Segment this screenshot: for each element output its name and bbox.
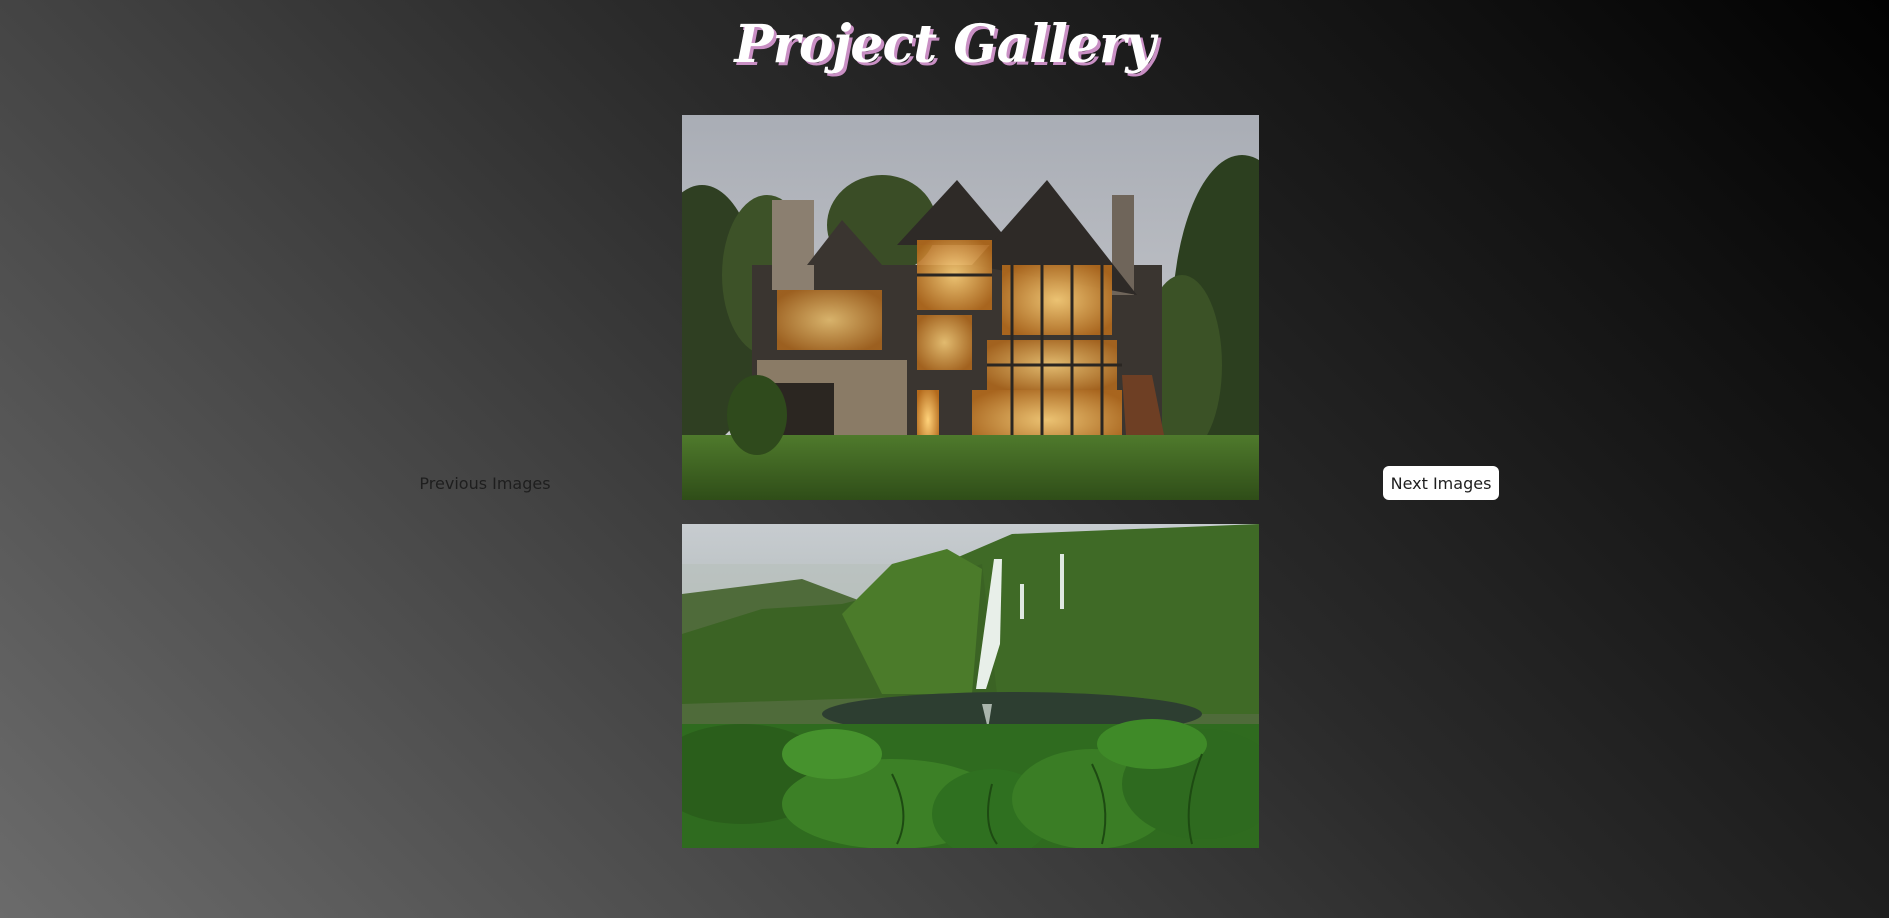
previous-images-button[interactable]: Previous Images <box>418 466 552 500</box>
image-gallery <box>682 115 1259 848</box>
gallery-image-waterfall <box>682 524 1259 848</box>
page-title: Project Gallery <box>734 14 1155 75</box>
next-images-button[interactable]: Next Images <box>1383 466 1499 500</box>
gallery-image-house <box>682 115 1259 500</box>
